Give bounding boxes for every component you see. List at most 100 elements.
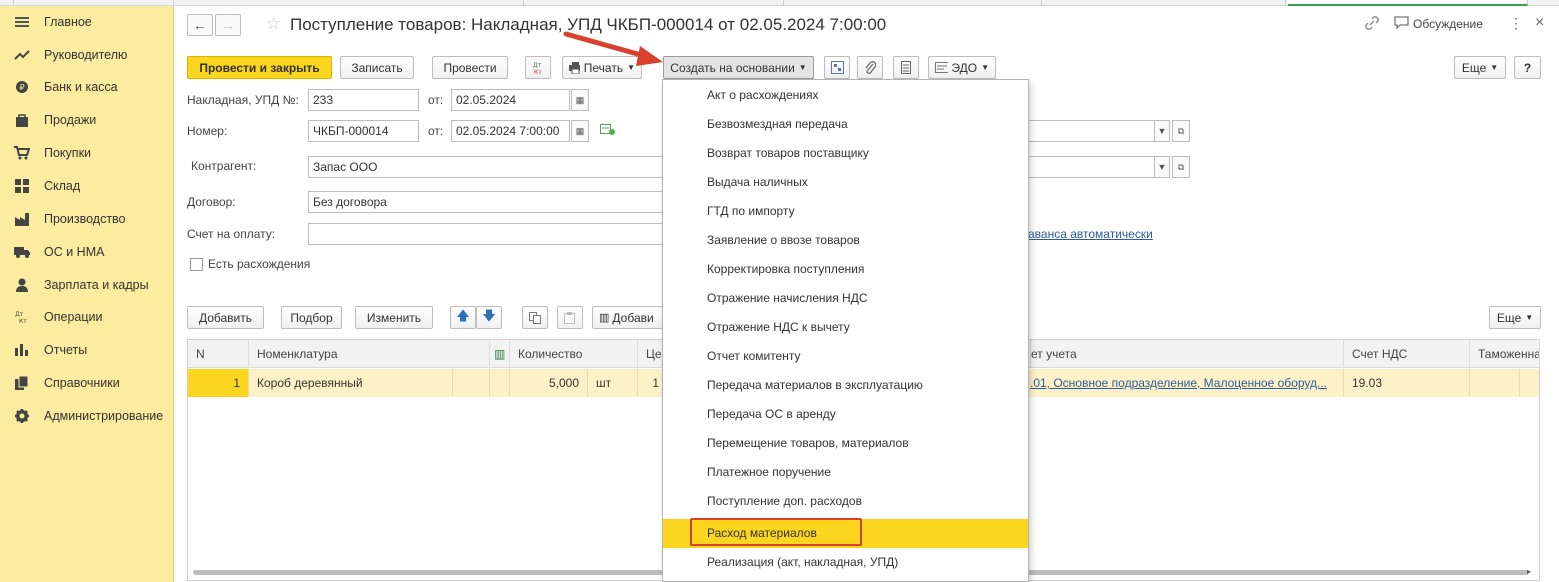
sidebar-item-warehouse[interactable]: Склад	[0, 171, 174, 201]
invoice-pay-input[interactable]	[308, 223, 663, 245]
trend-icon	[0, 50, 44, 60]
sidebar-item-purchases[interactable]: Покупки	[0, 138, 174, 168]
sidebar-item-reports[interactable]: Отчеты	[0, 335, 174, 365]
sidebar-item-fixed-assets[interactable]: ОС и НМА	[0, 237, 174, 267]
discrepancy-checkbox[interactable]	[190, 258, 203, 271]
invoice-number-input[interactable]: 233	[308, 89, 419, 111]
warehouse-input[interactable]	[1015, 156, 1155, 178]
paste-button[interactable]	[557, 306, 583, 329]
counterparty-input[interactable]: Запас ООО	[308, 156, 663, 178]
add-row-button[interactable]: Добавить	[187, 306, 264, 329]
sidebar-item-bank[interactable]: ₽ Банк и касса	[0, 72, 174, 102]
column-header-quantity[interactable]: Количество	[510, 340, 638, 368]
post-button[interactable]: Провести	[432, 56, 508, 79]
link-icon[interactable]	[1365, 16, 1379, 33]
move-down-button[interactable]: 🡇	[476, 306, 502, 329]
invoice-date-input[interactable]: 02.05.2024	[451, 89, 570, 111]
calendar-button[interactable]: ▦	[571, 89, 589, 111]
close-button[interactable]: ×	[1535, 14, 1544, 32]
menu-item[interactable]: Реализация (акт, накладная, УПД)	[663, 548, 1028, 577]
menu-item[interactable]: Отражение НДС к вычету	[663, 313, 1028, 342]
menu-item-highlighted[interactable]: Расход материалов	[663, 519, 1028, 548]
favorite-star-icon[interactable]: ☆	[266, 14, 281, 34]
menu-item[interactable]: Перемещение товаров, материалов	[663, 429, 1028, 458]
table-more-button[interactable]: Еще ▼	[1489, 306, 1541, 329]
menu-item[interactable]: Возврат товаров поставщику	[663, 139, 1028, 168]
sidebar-item-sales[interactable]: Продажи	[0, 105, 174, 135]
row-account[interactable]: .01, Основное подразделение, Малоценное …	[1030, 369, 1344, 397]
number-input[interactable]: ЧКБП-000014	[308, 120, 419, 142]
sidebar-item-admin[interactable]: Администрирование	[0, 401, 174, 431]
discussion-link[interactable]: Обсуждение	[1413, 17, 1483, 31]
row-item-extra[interactable]	[453, 369, 490, 397]
menu-item[interactable]: Отражение начисления НДС	[663, 284, 1028, 313]
sidebar-item-salary[interactable]: Зарплата и кадры	[0, 270, 174, 300]
menu-item[interactable]: Выдача наличных	[663, 168, 1028, 197]
contract-input[interactable]: Без договора	[308, 191, 663, 213]
menu-item[interactable]: Поступление доп. расходов	[663, 487, 1028, 516]
advance-offset-link[interactable]: аванса автоматически	[1028, 227, 1153, 241]
row-unit[interactable]: шт	[588, 369, 638, 397]
structure-button[interactable]	[824, 56, 850, 79]
print-button[interactable]: Печать ▼	[562, 56, 642, 79]
menu-item[interactable]: Заявление о ввозе товаров	[663, 226, 1028, 255]
menu-item[interactable]: Отчет комитенту	[663, 342, 1028, 371]
row-item[interactable]: Короб деревянный	[249, 369, 453, 397]
menu-item[interactable]: ГТД по импорту	[663, 197, 1028, 226]
row-quantity[interactable]: 5,000	[510, 369, 588, 397]
move-up-button[interactable]: 🡅	[450, 306, 476, 329]
calendar-button[interactable]: ▦	[571, 120, 589, 142]
status-green-icon[interactable]	[600, 124, 616, 139]
create-based-on-button[interactable]: Создать на основании ▼	[663, 56, 814, 79]
copy-button[interactable]	[522, 306, 548, 329]
discussion-icon[interactable]	[1394, 16, 1409, 32]
column-header-n[interactable]: N	[188, 340, 249, 368]
column-header-customs[interactable]: Таможенна	[1470, 340, 1540, 368]
sidebar-item-operations[interactable]: Дт Кт Операции	[0, 302, 174, 332]
sidebar-item-label: Справочники	[44, 376, 120, 390]
menu-item[interactable]: Акт о расхождениях	[663, 81, 1028, 110]
sidebar-item-manager[interactable]: Руководителю	[0, 40, 174, 70]
column-header-account[interactable]: ет учета	[1030, 340, 1344, 368]
attachments-button[interactable]	[857, 56, 883, 79]
forward-button[interactable]: →	[215, 14, 241, 36]
sidebar-item-catalogs[interactable]: Справочники	[0, 368, 174, 398]
sidebar-item-label: Продажи	[44, 113, 97, 127]
row-customs[interactable]	[1470, 369, 1520, 397]
row-vat-account[interactable]: 19.03	[1344, 369, 1470, 397]
menu-item[interactable]: Корректировка поступления	[663, 255, 1028, 284]
sidebar-item-production[interactable]: Производство	[0, 204, 174, 234]
number-date-input[interactable]: 02.05.2024 7:00:00	[451, 120, 570, 142]
organization-input[interactable]	[1015, 120, 1155, 142]
scroll-right-icon[interactable]: ▸	[1527, 567, 1531, 576]
menu-item[interactable]: Передача ОС в аренду	[663, 400, 1028, 429]
menu-item[interactable]: Безвозмездная передача	[663, 110, 1028, 139]
open-button[interactable]: ⧉	[1172, 120, 1190, 142]
menu-item[interactable]: Платежное поручение	[663, 458, 1028, 487]
column-header-barcode-icon: ▥	[490, 340, 510, 368]
svg-text:₽: ₽	[19, 83, 24, 92]
column-header-vat-account[interactable]: Счет НДС	[1344, 340, 1470, 368]
open-button[interactable]: ⧉	[1172, 156, 1190, 178]
edo-button[interactable]: ЭДО ▼	[928, 56, 996, 79]
sidebar-item-label: Администрирование	[44, 409, 164, 423]
chevron-down-icon: ▼	[1157, 162, 1167, 172]
dropdown-button[interactable]: ▼	[1154, 120, 1170, 142]
sidebar-item-main[interactable]: Главное	[0, 7, 174, 37]
change-button[interactable]: Изменить	[355, 306, 433, 329]
invoice-number-label: Накладная, УПД №:	[187, 93, 299, 107]
save-button[interactable]: Записать	[340, 56, 414, 79]
dropdown-button[interactable]: ▼	[1154, 156, 1170, 178]
document-list-button[interactable]	[893, 56, 919, 79]
more-button[interactable]: Еще ▼	[1454, 56, 1506, 79]
pick-button[interactable]: Подбор	[281, 306, 342, 329]
more-actions-button[interactable]: ⋮	[1509, 15, 1523, 32]
post-and-close-button[interactable]: Провести и закрыть	[187, 56, 332, 79]
menu-item[interactable]: Передача материалов в эксплуатацию	[663, 371, 1028, 400]
dt-kt-button[interactable]: Дт Кт	[525, 56, 551, 79]
column-header-item[interactable]: Номенклатура	[249, 340, 490, 368]
sidebar-item-label: Зарплата и кадры	[44, 278, 149, 292]
add-barcode-button[interactable]: ▥ Добави	[592, 306, 664, 329]
help-button[interactable]: ?	[1514, 56, 1541, 79]
back-button[interactable]: ←	[187, 14, 213, 36]
